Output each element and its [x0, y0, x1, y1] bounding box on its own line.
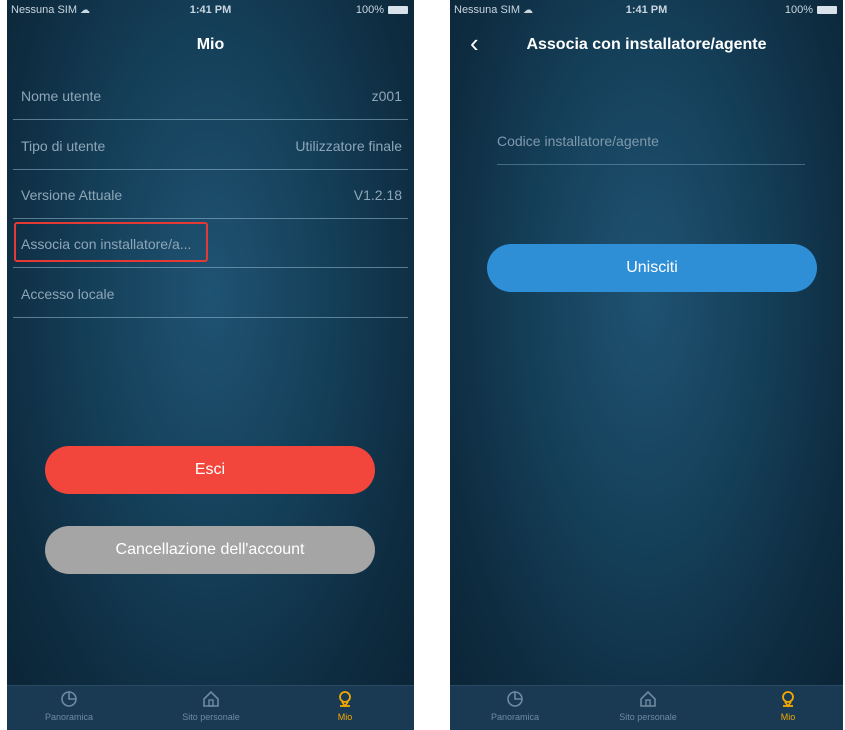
user-icon	[782, 691, 794, 708]
home-icon	[640, 690, 656, 707]
tab-label: Sito personale	[182, 712, 240, 722]
tab-label: Panoramica	[490, 712, 540, 722]
row-value: V1.2.18	[353, 187, 402, 203]
screen-associate-installer: Nessuna SIM ☁ 1:41 PM 100% ‹ Associa con …	[450, 0, 843, 730]
battery-indicator: 100%	[785, 4, 837, 16]
tab-bar: Panoramica Sito personale Mio	[7, 685, 414, 730]
back-chevron-icon[interactable]: ‹	[470, 30, 479, 56]
tab-mio[interactable]: Mio	[738, 690, 838, 722]
user-icon	[339, 691, 351, 708]
battery-icon	[817, 6, 837, 14]
row-local-access[interactable]: Accesso locale	[13, 268, 408, 318]
status-bar: Nessuna SIM ☁ 1:41 PM 100%	[450, 0, 843, 20]
row-label: Accesso locale	[21, 286, 115, 302]
status-time: 1:41 PM	[189, 4, 232, 16]
battery-indicator: 100%	[356, 4, 408, 16]
tab-panoramica[interactable]: Panoramica	[19, 690, 119, 722]
tab-mio[interactable]: Mio	[295, 690, 395, 722]
battery-icon	[388, 6, 408, 14]
nav-bar: Mio	[7, 20, 414, 70]
tab-label: Panoramica	[44, 712, 94, 722]
page-title: Associa con installatore/agente	[526, 36, 767, 53]
row-user-type: Tipo di utente Utilizzatore finale	[13, 120, 408, 170]
row-value: Utilizzatore finale	[295, 138, 402, 154]
tab-bar: Panoramica Sito personale Mio	[450, 685, 843, 730]
pie-chart-icon	[507, 691, 523, 707]
highlight-box	[14, 222, 208, 262]
tab-sito-personale[interactable]: Sito personale	[161, 690, 261, 722]
row-version: Versione Attuale V1.2.18	[13, 169, 408, 219]
screen-mio: Nessuna SIM ☁ 1:41 PM 100% Mio Nome utent…	[7, 0, 414, 730]
pie-chart-icon	[61, 691, 77, 707]
installer-code-input[interactable]	[497, 118, 805, 164]
join-button[interactable]: Unisciti	[487, 244, 817, 292]
tab-panoramica[interactable]: Panoramica	[465, 690, 565, 722]
row-label: Nome utente	[21, 88, 102, 104]
page-title: Mio	[196, 36, 225, 53]
home-icon	[203, 690, 219, 707]
delete-account-button[interactable]: Cancellazione dell'account	[45, 526, 375, 574]
row-username: Nome utente z001	[13, 70, 408, 120]
row-label: Tipo di utente	[21, 138, 106, 154]
status-bar: Nessuna SIM ☁ 1:41 PM 100%	[7, 0, 414, 20]
row-label: Versione Attuale	[21, 187, 123, 203]
tab-label: Mio	[780, 712, 796, 722]
installer-code-field[interactable]	[497, 118, 805, 165]
logout-button[interactable]: Esci	[45, 446, 375, 494]
tab-label: Sito personale	[619, 712, 677, 722]
tab-label: Mio	[337, 712, 353, 722]
nav-bar: ‹ Associa con installatore/agente	[450, 20, 843, 70]
row-value: z001	[371, 88, 402, 104]
tab-sito-personale[interactable]: Sito personale	[598, 690, 698, 722]
